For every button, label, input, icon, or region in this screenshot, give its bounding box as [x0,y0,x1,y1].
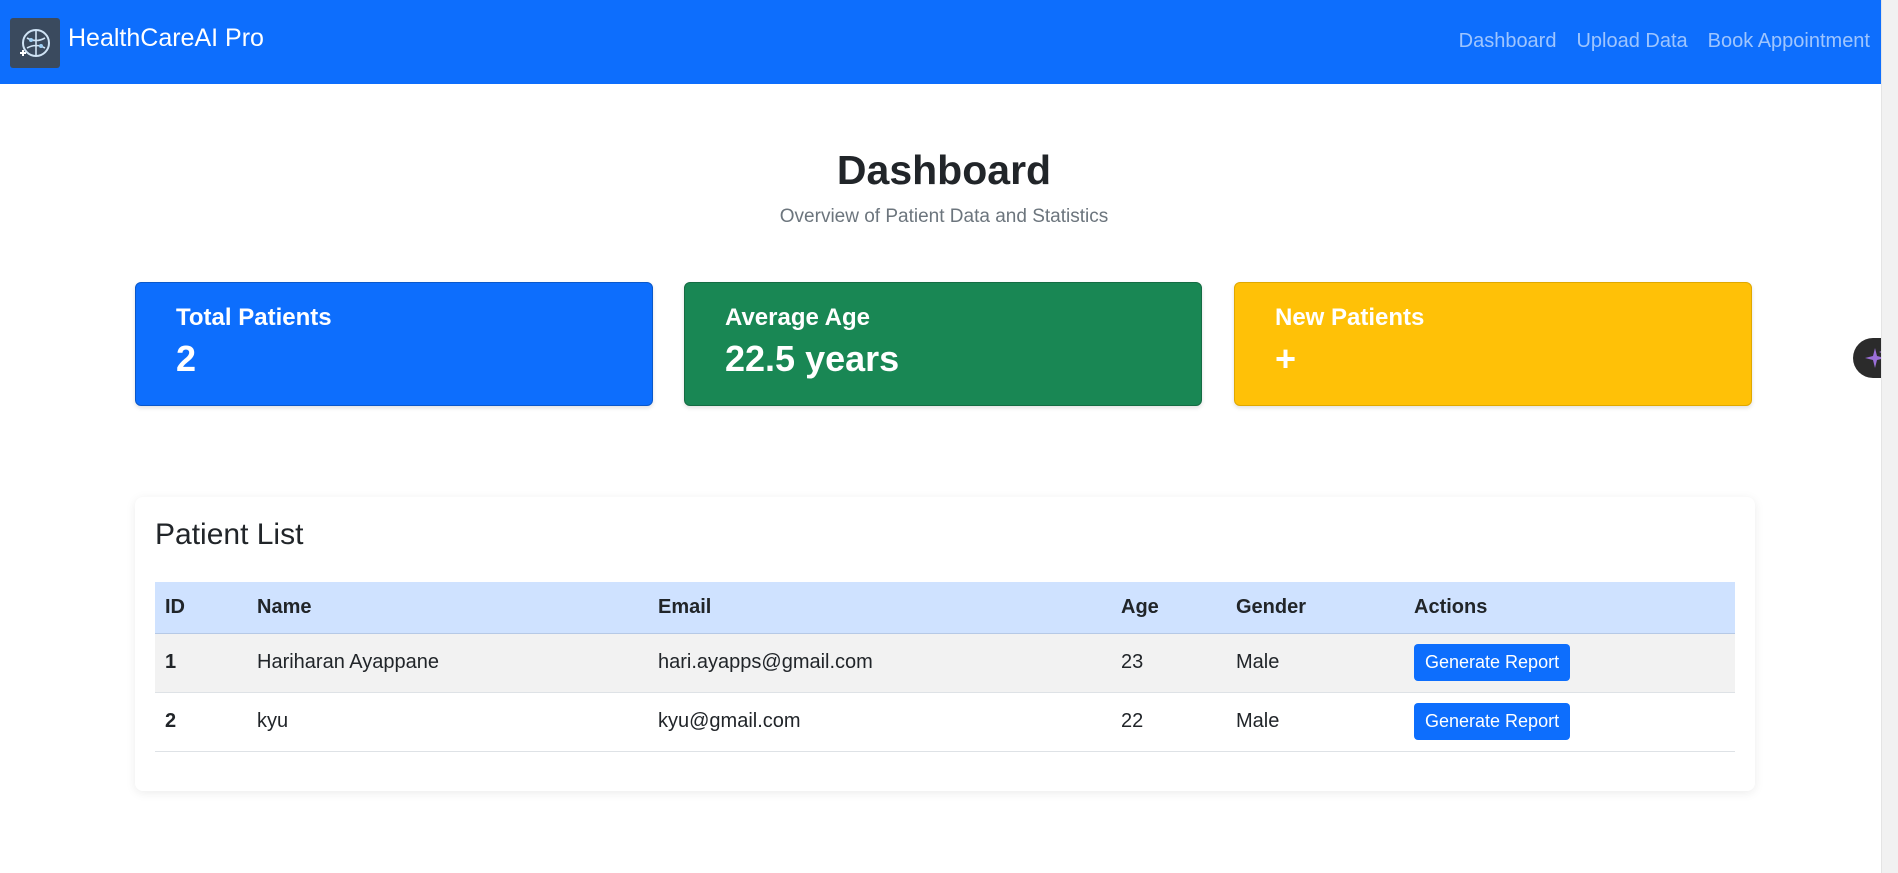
stat-label: Average Age [725,304,870,331]
cell-actions: Generate Report [1404,633,1735,693]
patient-table: ID Name Email Age Gender Actions 1 Harih… [155,582,1735,752]
brain-circuit-icon [10,18,60,68]
cell-name: Hariharan Ayappane [247,633,648,693]
stat-value: 22.5 years [725,338,900,379]
cell-name: kyu [247,692,648,752]
patient-list-title: Patient List [155,518,304,551]
column-header-name: Name [247,582,648,634]
column-header-age: Age [1111,582,1226,634]
table-row: 2 kyu kyu@gmail.com 22 Male Generate Rep… [155,692,1735,752]
generate-report-button[interactable]: Generate Report [1414,703,1571,740]
cell-gender: Male [1226,692,1404,752]
cell-gender: Male [1226,633,1404,693]
cell-email: hari.ayapps@gmail.com [648,633,1111,693]
nav-link-dashboard[interactable]: Dashboard [1459,30,1557,53]
stat-label: New Patients [1275,304,1425,331]
patient-list-panel: Patient List ID Name Email Age Gender Ac… [135,497,1755,791]
stat-card-new-patients: New Patients + [1234,282,1752,406]
brand[interactable]: HealthCareAI Pro [10,18,264,68]
nav-link-book-appointment[interactable]: Book Appointment [1708,30,1870,53]
navbar: HealthCareAI Pro Dashboard Upload Data B… [0,0,1898,84]
stat-card-total-patients: Total Patients 2 [135,282,653,406]
cell-actions: Generate Report [1404,692,1735,752]
nav-links: Dashboard Upload Data Book Appointment [1459,30,1870,53]
column-header-id: ID [155,582,247,634]
cell-email: kyu@gmail.com [648,692,1111,752]
column-header-gender: Gender [1226,582,1404,634]
page-title: Dashboard [836,147,1052,193]
cell-age: 22 [1111,692,1226,752]
column-header-email: Email [648,582,1111,634]
stat-value: + [1275,338,1297,379]
column-header-actions: Actions [1404,582,1735,634]
nav-link-upload-data[interactable]: Upload Data [1576,30,1687,53]
stat-value: 2 [176,338,197,379]
page-subtitle: Overview of Patient Data and Statistics [779,206,1109,227]
table-header-row: ID Name Email Age Gender Actions [155,582,1735,634]
brand-name: HealthCareAI Pro [68,23,264,52]
cell-id: 1 [155,633,247,693]
cell-age: 23 [1111,633,1226,693]
stat-label: Total Patients [176,304,332,331]
table-row: 1 Hariharan Ayappane hari.ayapps@gmail.c… [155,633,1735,693]
cell-id: 2 [155,692,247,752]
scrollbar[interactable] [1881,0,1898,873]
stat-card-average-age: Average Age 22.5 years [684,282,1202,406]
generate-report-button[interactable]: Generate Report [1414,644,1571,681]
